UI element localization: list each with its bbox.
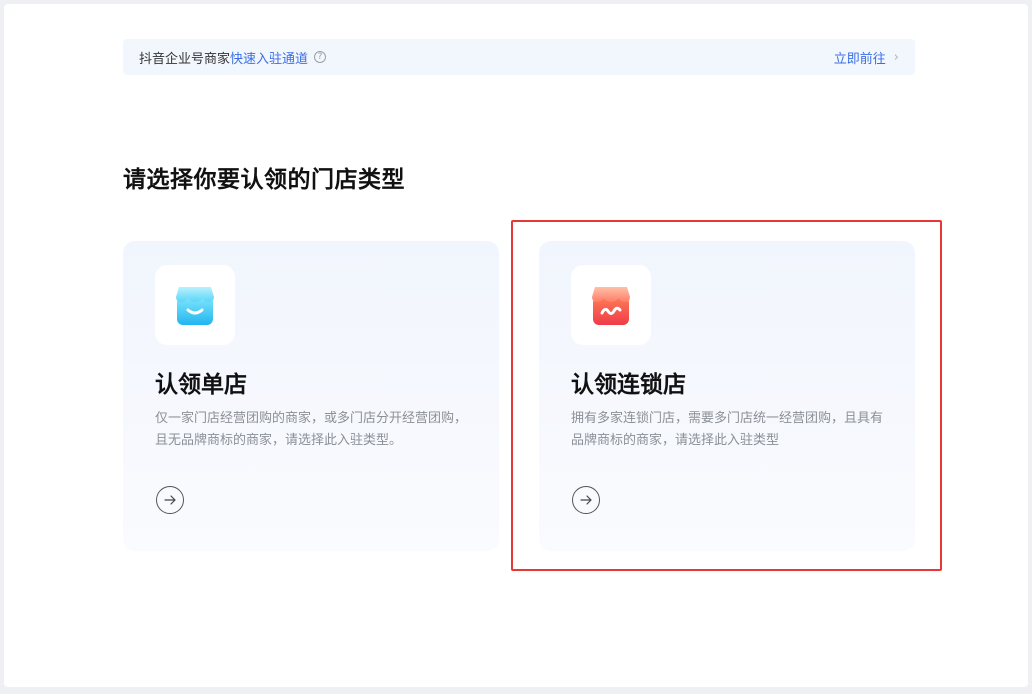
banner-left: 抖音企业号商家 快速入驻通道 ? <box>139 48 327 67</box>
fast-entry-link[interactable]: 快速入驻通道 <box>230 48 308 67</box>
claim-chain-store-card[interactable]: 认领连锁店 拥有多家连锁门店，需要多门店统一经营团购，且具有品牌商标的商家，请选… <box>539 241 915 551</box>
card-title: 认领单店 <box>155 372 247 398</box>
banner-prefix: 抖音企业号商家 <box>139 51 231 67</box>
page: 抖音企业号商家 快速入驻通道 ? 立即前往 › 请选择你要认领的门店类型 认领单… <box>4 4 1028 687</box>
card-title: 认领连锁店 <box>571 372 686 398</box>
enter-single-store-button[interactable] <box>156 486 184 514</box>
arrow-right-icon <box>580 495 592 505</box>
chain-store-icon <box>592 287 630 325</box>
icon-box <box>571 265 651 345</box>
card-description: 仅一家门店经营团购的商家，或多门店分开经营团购，且无品牌商标的商家，请选择此入驻… <box>155 411 468 448</box>
go-now-link[interactable]: 立即前往 › <box>834 48 899 67</box>
icon-box <box>155 265 235 345</box>
go-now-label: 立即前往 <box>833 51 886 67</box>
enter-chain-store-button[interactable] <box>572 486 600 514</box>
arrow-right-icon <box>164 495 176 505</box>
entry-banner: 抖音企业号商家 快速入驻通道 ? 立即前往 › <box>123 39 915 75</box>
page-title: 请选择你要认领的门店类型 <box>123 167 405 193</box>
card-description: 拥有多家连锁门店，需要多门店统一经营团购，且具有品牌商标的商家，请选择此入驻类型 <box>571 411 884 448</box>
chevron-right-icon: › <box>893 49 899 65</box>
claim-single-store-card[interactable]: 认领单店 仅一家门店经营团购的商家，或多门店分开经营团购，且无品牌商标的商家，请… <box>123 241 499 551</box>
store-icon <box>176 287 214 325</box>
help-icon[interactable]: ? <box>314 51 327 63</box>
